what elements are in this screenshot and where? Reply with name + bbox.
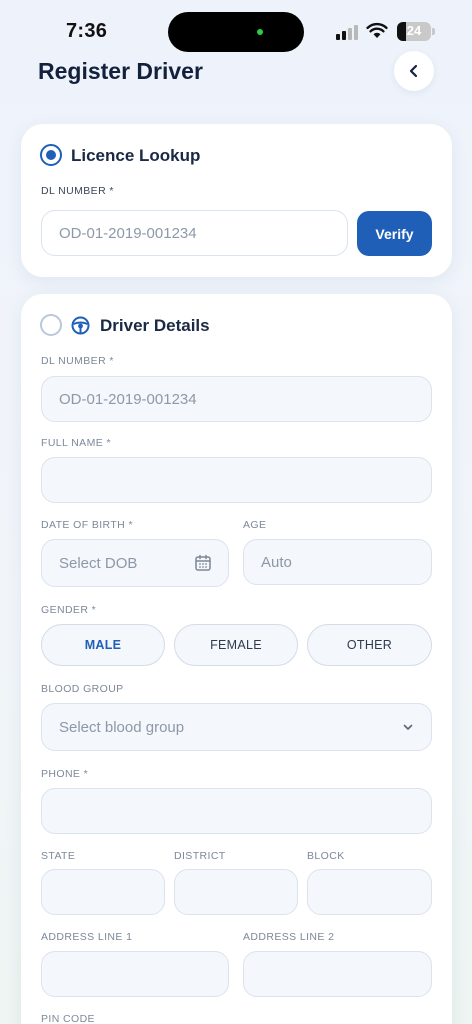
dl-number-placeholder: OD-01-2019-001234	[59, 224, 197, 242]
dob-input[interactable]: Select DOB	[41, 539, 229, 587]
address-line-2-label: ADDRESS LINE 2	[243, 931, 335, 943]
gender-female-button[interactable]: FEMALE	[174, 624, 298, 666]
details-dl-number-value: OD-01-2019-001234	[59, 390, 197, 408]
age-field: Auto	[243, 539, 432, 585]
pin-code-label: PIN CODE	[41, 1013, 95, 1024]
district-label: DISTRICT	[174, 850, 226, 862]
licence-lookup-radio[interactable]	[40, 144, 62, 166]
block-label: BLOCK	[307, 850, 345, 862]
full-name-label: FULL NAME *	[41, 437, 111, 449]
chevron-left-icon	[409, 64, 418, 78]
phone-input[interactable]	[41, 788, 432, 834]
age-label: AGE	[243, 519, 267, 531]
status-bar: 7:36 24	[0, 0, 472, 60]
address-line-2-input[interactable]	[243, 951, 432, 997]
battery-level: 24	[406, 23, 422, 38]
dob-placeholder: Select DOB	[59, 554, 138, 572]
blood-group-label: BLOOD GROUP	[41, 683, 124, 695]
dob-label: DATE OF BIRTH *	[41, 519, 133, 531]
licence-lookup-title: Licence Lookup	[71, 146, 201, 165]
full-name-input[interactable]	[41, 457, 432, 503]
camera-indicator-icon	[257, 29, 263, 35]
address-line-1-label: ADDRESS LINE 1	[41, 931, 133, 943]
steering-wheel-icon	[71, 316, 90, 335]
gender-male-button[interactable]: MALE	[41, 624, 165, 666]
calendar-icon	[195, 554, 211, 571]
gender-other-button[interactable]: OTHER	[307, 624, 432, 666]
blood-group-select[interactable]: Select blood group	[41, 703, 432, 751]
driver-details-title: Driver Details	[100, 316, 210, 335]
district-input[interactable]	[174, 869, 298, 915]
age-placeholder: Auto	[261, 553, 292, 571]
details-dl-number-field: OD-01-2019-001234	[41, 376, 432, 422]
licence-lookup-card: Licence Lookup DL NUMBER * OD-01-2019-00…	[21, 124, 452, 277]
status-time: 7:36	[66, 20, 108, 42]
chevron-down-icon	[403, 724, 413, 730]
state-input[interactable]	[41, 869, 165, 915]
back-button[interactable]	[394, 51, 434, 91]
phone-label: PHONE *	[41, 768, 89, 780]
gender-label: GENDER *	[41, 604, 97, 616]
state-label: STATE	[41, 850, 76, 862]
battery-icon: 24	[397, 22, 435, 41]
details-dl-number-label: DL NUMBER *	[41, 355, 114, 367]
blood-group-placeholder: Select blood group	[59, 718, 185, 736]
dl-number-label: DL NUMBER *	[41, 185, 114, 197]
driver-details-card: Driver Details DL NUMBER * OD-01-2019-00…	[21, 294, 452, 1024]
dl-number-input[interactable]: OD-01-2019-001234	[41, 210, 348, 256]
verify-button[interactable]: Verify	[357, 211, 432, 256]
driver-details-radio[interactable]	[40, 314, 62, 336]
dynamic-island	[168, 12, 304, 52]
address-line-1-input[interactable]	[41, 951, 229, 997]
page-title: Register Driver	[38, 58, 203, 84]
block-input[interactable]	[307, 869, 432, 915]
wifi-icon	[366, 22, 388, 38]
cellular-signal-icon	[336, 24, 360, 40]
